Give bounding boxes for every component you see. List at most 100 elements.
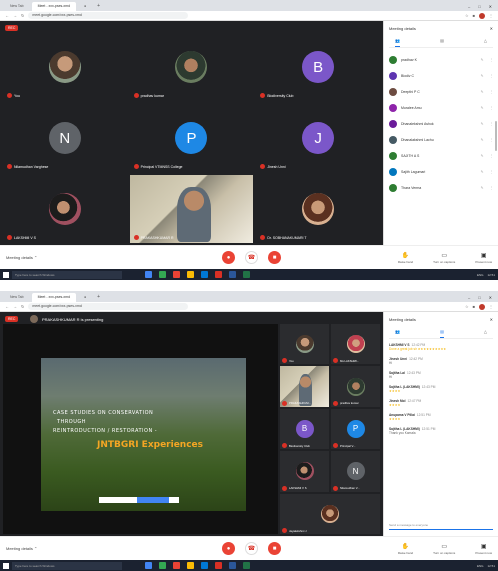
clock-time[interactable]: 12:51 [487,564,495,568]
menu-icon[interactable]: ⋮ [489,304,493,309]
maximize-icon[interactable]: □ [478,2,480,11]
pin-icon[interactable]: ✎ [481,186,484,190]
participant-tile[interactable]: Ms LAKSHMI... [331,324,380,365]
close-icon[interactable]: ✕ [489,2,492,11]
meeting-details-button[interactable]: Meeting details ⌃ [6,546,37,551]
language-indicator[interactable]: ENG [477,564,484,568]
menu-icon[interactable]: ⋮ [489,13,493,18]
app-icon[interactable] [145,562,152,569]
chrome-icon[interactable] [173,271,180,278]
taskbar-search[interactable]: Type here to search Windows [12,561,122,570]
pin-icon[interactable]: ✎ [481,138,484,142]
participant-tile[interactable]: N Nilamudhan V... [331,451,380,492]
browser-tab-active[interactable]: Meet - xxx-pses-xmd [31,293,77,302]
new-tab-icon[interactable]: + [94,293,103,302]
participant-tile[interactable]: B Biodiversity Club [280,408,329,450]
excel-icon[interactable] [243,562,250,569]
reload-icon[interactable]: ↻ [21,304,24,309]
close-icon[interactable]: ✕ [489,293,492,302]
people-list-item[interactable]: Thara Verma ✎ ⋮ [389,180,493,196]
app-icon[interactable] [201,562,208,569]
excel-icon[interactable] [243,271,250,278]
browser-tab[interactable]: ● [78,2,93,11]
app-icon[interactable] [159,271,166,278]
app-icon[interactable] [201,271,208,278]
pin-icon[interactable]: ✎ [481,74,484,78]
more-options-icon[interactable]: ⋮ [490,154,494,158]
participant-tile[interactable]: P Principal V... [331,408,380,450]
browser-tab[interactable]: New Tab [4,293,30,302]
chat-message-input[interactable]: Send a message to everyone [389,521,493,530]
mic-off-button[interactable]: ● [222,251,235,264]
people-list-item[interactable]: Dhanalakshmi Lachu ✎ ⋮ [389,132,493,148]
windows-start-icon[interactable] [3,562,9,569]
participant-tile[interactable]: You [3,33,127,101]
meeting-details-button[interactable]: Meeting details ⌃ [6,255,37,260]
participant-tile[interactable]: Jayalekshmi J [280,493,380,534]
pin-icon[interactable]: ✎ [481,170,484,174]
pin-icon[interactable]: ✎ [481,90,484,94]
participant-tile[interactable]: LAKSHMI V S [280,451,329,492]
more-options-icon[interactable]: ⋮ [490,106,494,110]
tab-info[interactable]: △ [484,38,487,47]
participant-tile[interactable]: P Principal VTMNSS College [129,104,254,172]
present-button[interactable]: ▣ Present now [475,543,492,555]
participant-tile[interactable]: PRAKASHKUM... [280,366,329,407]
more-options-icon[interactable]: ⋮ [490,90,494,94]
clock-time[interactable]: 12:51 [487,273,495,277]
chrome-icon[interactable] [173,562,180,569]
profile-avatar[interactable] [479,303,485,310]
tab-people[interactable]: 👥 [395,38,400,47]
app-icon[interactable] [215,562,222,569]
people-list-item[interactable]: Dhanalekshmi Ashok ✎ ⋮ [389,116,493,132]
back-icon[interactable]: ← [5,13,9,18]
raise-hand-button[interactable]: ✋ Raise hand [398,252,413,264]
captions-button[interactable]: ▭ Turn on captions [433,543,455,555]
forward-icon[interactable]: → [13,304,17,309]
camera-off-button[interactable]: ■ [268,542,281,555]
pin-icon[interactable]: ✎ [481,106,484,110]
forward-icon[interactable]: → [13,13,17,18]
leave-call-button[interactable]: ☎ [245,542,258,555]
people-list-item[interactable]: Deepthi P C ✎ ⋮ [389,84,493,100]
captions-button[interactable]: ▭ Turn on captions [433,252,455,264]
more-options-icon[interactable]: ⋮ [490,138,494,142]
profile-avatar[interactable] [479,12,485,19]
browser-tab[interactable]: New Tab [4,2,30,11]
participant-tile[interactable]: N Nilamudhan Varghese [3,104,127,172]
close-panel-icon[interactable]: ✕ [490,317,493,322]
mic-off-button[interactable]: ● [222,542,235,555]
new-tab-icon[interactable]: + [94,2,103,11]
browser-tab[interactable]: ● [78,293,93,302]
browser-tab-active[interactable]: Meet - xxx-pses-xmd [31,2,77,11]
taskbar-search[interactable]: Type here to search Windows [12,270,122,279]
minimize-icon[interactable]: – [468,293,470,302]
folder-icon[interactable] [187,562,194,569]
star-icon[interactable]: ☆ [465,304,469,309]
url-input[interactable]: meet.google.com/xxx-pses-xmd [28,12,189,19]
pin-icon[interactable]: ✎ [481,122,484,126]
participant-tile[interactable]: PRAKASHKUMAR R [129,175,254,243]
word-icon[interactable] [229,562,236,569]
word-icon[interactable] [229,271,236,278]
raise-hand-button[interactable]: ✋ Raise hand [398,543,413,555]
participant-tile[interactable]: You [280,324,329,365]
app-icon[interactable] [145,271,152,278]
reload-icon[interactable]: ↻ [21,13,24,18]
participant-tile[interactable]: B Biodiversity Club [256,33,380,101]
tab-info[interactable]: △ [484,329,487,338]
more-options-icon[interactable]: ⋮ [490,58,494,62]
more-options-icon[interactable]: ⋮ [490,170,494,174]
people-list-item[interactable]: Biodiv C ✎ ⋮ [389,68,493,84]
present-button[interactable]: ▣ Present now [475,252,492,264]
back-icon[interactable]: ← [5,304,9,309]
windows-start-icon[interactable] [3,271,9,278]
more-options-icon[interactable]: ⋮ [490,74,494,78]
pin-icon[interactable]: ✎ [481,58,484,62]
participant-tile[interactable]: LAKSHMI V S [3,175,127,243]
tab-chat[interactable]: ▤ [440,329,444,338]
url-input[interactable]: meet.google.com/xxx-pses-xmd [28,303,189,310]
close-panel-icon[interactable]: ✕ [490,26,493,31]
folder-icon[interactable] [187,271,194,278]
people-list-item[interactable]: Muralee Amu ✎ ⋮ [389,100,493,116]
